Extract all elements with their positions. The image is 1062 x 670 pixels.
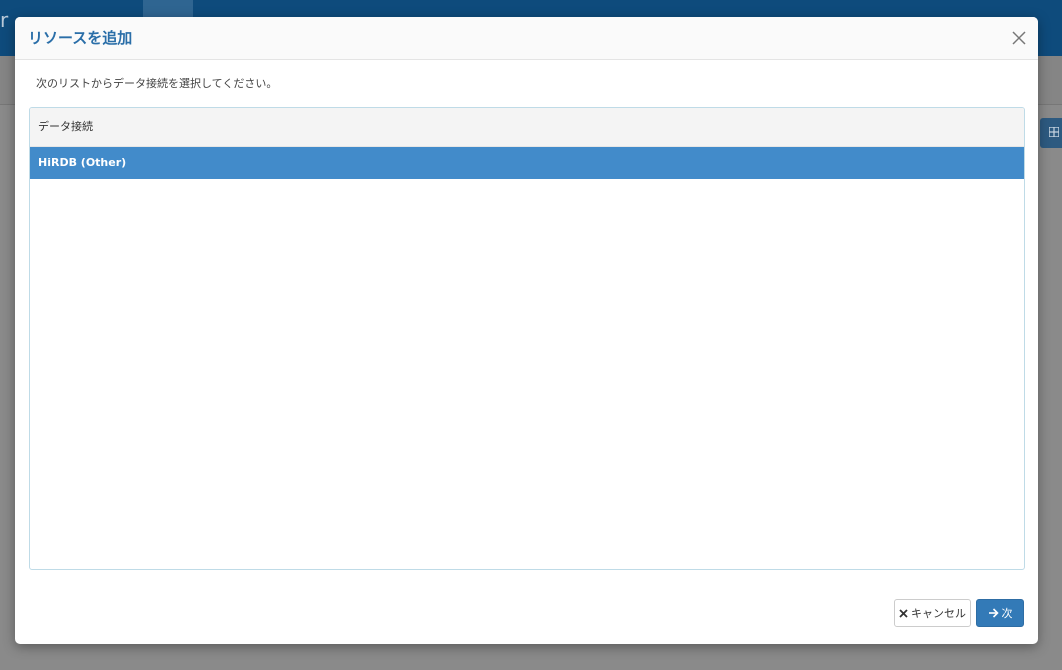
grid-icon: [1049, 127, 1059, 137]
next-button-label: 次: [1001, 607, 1013, 620]
add-resource-dialog: リソースを追加 次のリストからデータ接続を選択してください。 データ接続 HiR…: [15, 17, 1038, 644]
x-icon: [899, 608, 908, 618]
list-item-hirdb[interactable]: HiRDB (Other): [30, 147, 1024, 179]
background-grid-button: [1040, 118, 1062, 148]
close-icon: [1012, 31, 1026, 45]
list-header: データ接続: [30, 108, 1024, 147]
cancel-button-label: キャンセル: [911, 607, 966, 620]
cancel-button[interactable]: キャンセル: [894, 599, 971, 627]
next-button[interactable]: 次: [976, 599, 1024, 627]
background-logo-fragment: r: [0, 8, 9, 32]
close-button[interactable]: [1009, 28, 1029, 48]
arrow-right-icon: [988, 608, 999, 618]
list-header-label: データ接続: [38, 120, 93, 133]
list-item-label: HiRDB (Other): [38, 156, 127, 169]
dialog-title: リソースを追加: [28, 29, 133, 47]
instruction-text: 次のリストからデータ接続を選択してください。: [36, 77, 278, 90]
dialog-header: リソースを追加: [15, 17, 1038, 60]
data-connection-list: データ接続 HiRDB (Other): [29, 107, 1025, 570]
